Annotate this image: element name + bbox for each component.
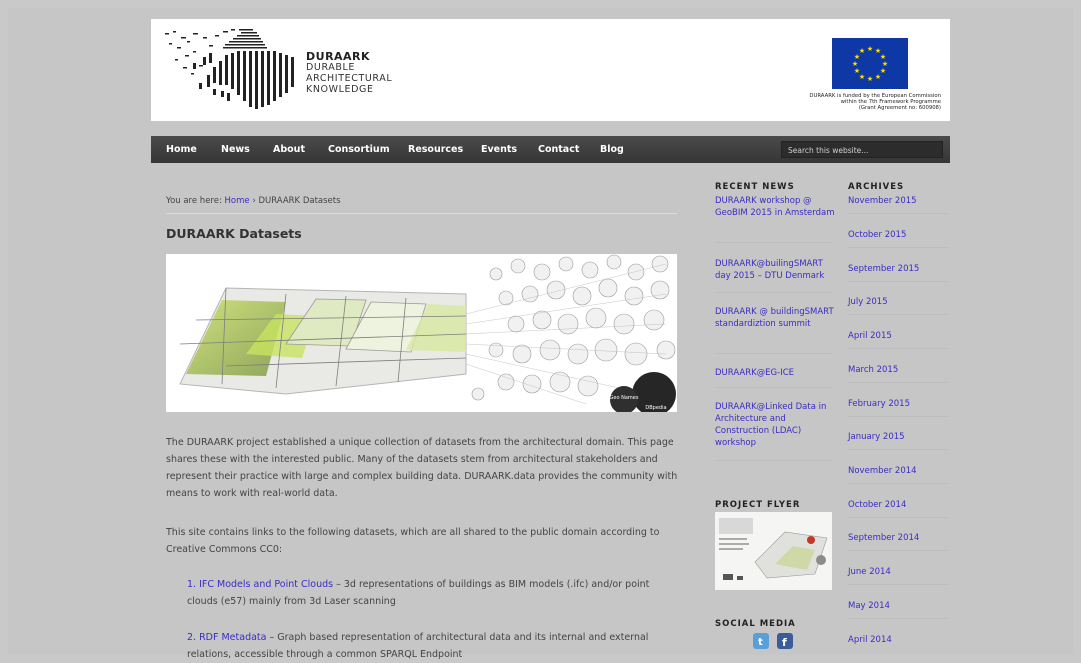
breadcrumb-home-link[interactable]: Home <box>225 196 250 206</box>
dataset-list-item: 1. IFC Models and Point Clouds – 3d repr… <box>187 576 682 610</box>
nav-item-events[interactable]: Events <box>481 144 517 155</box>
project-flyer-heading: PROJECT FLYER <box>715 500 801 510</box>
news-item[interactable]: DURAARK workshop @ GeoBIM 2015 in Amster… <box>715 195 835 219</box>
archive-divider <box>848 247 948 248</box>
archive-link[interactable]: April 2015 <box>848 331 892 341</box>
archive-divider <box>848 584 948 585</box>
news-divider <box>715 242 833 243</box>
archive-divider <box>848 517 948 518</box>
datasets-banner-image: Geo Names DBpedia <box>166 254 677 412</box>
svg-text:★: ★ <box>852 60 858 68</box>
archive-divider <box>848 550 948 551</box>
eu-flag-icon: ★ ★ ★ ★ ★ ★ ★ ★ ★ ★ ★ ★ <box>832 38 908 89</box>
archive-divider <box>848 618 948 619</box>
logo-line-architectural: ARCHITECTURAL <box>306 73 393 84</box>
archive-link[interactable]: November 2014 <box>848 466 917 476</box>
eu-funding-note: DURAARK is funded by the European Commis… <box>791 93 941 111</box>
archive-link[interactable]: November 2015 <box>848 196 917 206</box>
archive-link[interactable]: October 2015 <box>848 230 906 240</box>
svg-text:★: ★ <box>875 73 881 81</box>
facebook-icon[interactable]: f <box>777 633 793 649</box>
news-divider <box>715 292 833 293</box>
logo-line-knowledge: KNOWLEDGE <box>306 84 374 95</box>
project-flyer-image[interactable] <box>715 512 832 590</box>
nav-item-about[interactable]: About <box>273 144 305 155</box>
recent-news-heading: RECENT NEWS <box>715 182 795 192</box>
svg-text:★: ★ <box>867 45 873 53</box>
archive-link[interactable]: March 2015 <box>848 365 898 375</box>
archive-divider <box>848 348 948 349</box>
logo-wordmark[interactable]: DURAARK DURABLE ARCHITECTURAL KNOWLEDGE <box>306 51 392 95</box>
main-navigation: Home News About Consortium Resources Eve… <box>151 136 950 163</box>
banner-label-geonames: Geo Names <box>610 395 639 401</box>
logo-line-durable: DURABLE <box>306 62 355 73</box>
twitter-icon[interactable]: t <box>753 633 769 649</box>
site-header: DURAARK DURABLE ARCHITECTURAL KNOWLEDGE … <box>151 19 950 121</box>
breadcrumb-divider <box>166 213 677 214</box>
nav-item-news[interactable]: News <box>221 144 250 155</box>
search-input[interactable]: Search this website... <box>781 141 943 158</box>
news-item[interactable]: DURAARK@builingSMART day 2015 – DTU Denm… <box>715 258 835 282</box>
svg-text:★: ★ <box>854 67 860 75</box>
dataset-link-rdf[interactable]: 2. RDF Metadata <box>187 632 266 643</box>
archive-divider <box>848 416 948 417</box>
breadcrumb-current: DURAARK Datasets <box>258 196 341 206</box>
nav-item-blog[interactable]: Blog <box>600 144 624 155</box>
archive-link[interactable]: October 2014 <box>848 500 906 510</box>
archive-divider <box>848 281 948 282</box>
news-item[interactable]: DURAARK@Linked Data in Architecture and … <box>715 401 835 449</box>
nav-item-resources[interactable]: Resources <box>408 144 463 155</box>
archive-link[interactable]: May 2014 <box>848 601 890 611</box>
news-divider <box>715 387 833 388</box>
breadcrumb: You are here: Home › DURAARK Datasets <box>166 196 341 206</box>
duraark-logo-icon[interactable] <box>163 27 295 113</box>
eu-funding-line-3: (Grant Agreement no: 600908) <box>858 105 941 111</box>
nav-item-consortium[interactable]: Consortium <box>328 144 390 155</box>
news-item[interactable]: DURAARK@EG-ICE <box>715 367 835 379</box>
nav-item-contact[interactable]: Contact <box>538 144 579 155</box>
archive-link[interactable]: January 2015 <box>848 432 905 442</box>
intro-paragraph: The DURAARK project established a unique… <box>166 437 678 499</box>
archive-divider <box>848 213 948 214</box>
breadcrumb-prefix: You are here: <box>166 196 225 206</box>
news-item[interactable]: DURAARK @ buildingSMART standardiztion s… <box>715 306 835 330</box>
archive-link[interactable]: June 2014 <box>848 567 891 577</box>
social-media-heading: SOCIAL MEDIA <box>715 619 796 629</box>
archive-link[interactable]: July 2015 <box>848 297 888 307</box>
banner-label-dbpedia: DBpedia <box>645 405 666 411</box>
archive-link[interactable]: September 2014 <box>848 533 919 543</box>
archive-link[interactable]: April 2014 <box>848 635 892 645</box>
dataset-list-item: 2. RDF Metadata – Graph based representa… <box>187 629 682 663</box>
dataset-link-ifc[interactable]: 1. IFC Models and Point Clouds <box>187 579 333 590</box>
svg-text:t: t <box>758 637 763 648</box>
svg-text:f: f <box>782 636 787 649</box>
archive-divider <box>848 314 948 315</box>
archives-heading: ARCHIVES <box>848 182 905 192</box>
news-divider <box>715 460 833 461</box>
intro-paragraph-2: This site contains links to the followin… <box>166 527 660 555</box>
archive-divider <box>848 449 948 450</box>
nav-item-home[interactable]: Home <box>166 144 197 155</box>
svg-text:★: ★ <box>867 75 873 83</box>
page-title: DURAARK Datasets <box>166 226 302 241</box>
archive-link[interactable]: February 2015 <box>848 399 910 409</box>
logo-title: DURAARK <box>306 50 371 63</box>
archive-link[interactable]: September 2015 <box>848 264 919 274</box>
svg-text:★: ★ <box>859 47 865 55</box>
archive-divider <box>848 483 948 484</box>
news-divider <box>715 353 833 354</box>
archive-divider <box>848 382 948 383</box>
